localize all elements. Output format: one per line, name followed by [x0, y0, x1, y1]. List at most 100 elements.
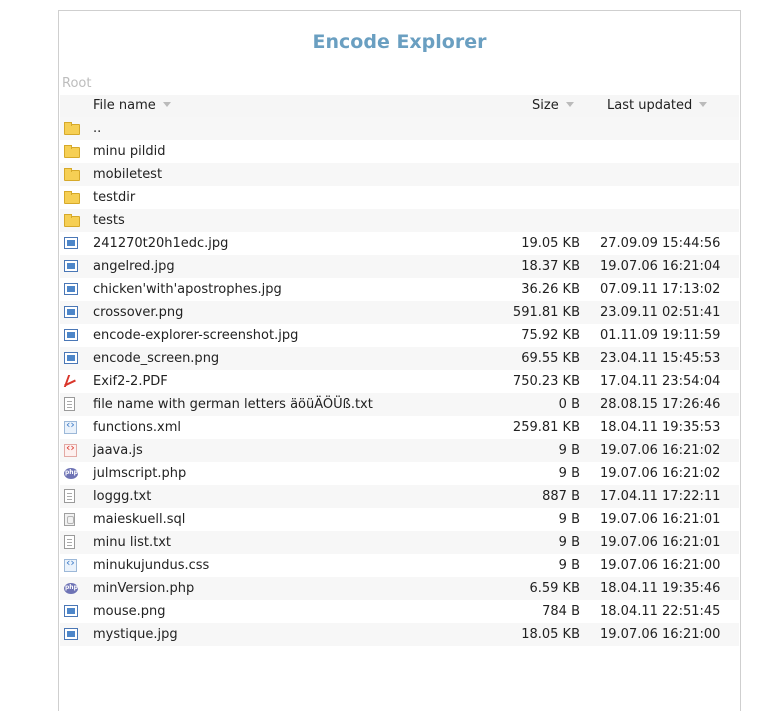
file-date: 18.04.11 19:35:53 [600, 420, 721, 435]
file-date: 19.07.06 16:21:00 [600, 627, 721, 642]
file-name-link[interactable]: file name with german letters äöüÄÖÜß.tx… [93, 397, 373, 412]
file-date: 01.11.09 19:11:59 [600, 328, 721, 343]
folder-row[interactable]: mobiletest [60, 163, 739, 186]
php-file-icon [64, 468, 78, 479]
page-title: Encode Explorer [312, 31, 487, 53]
file-row[interactable]: encode-explorer-screenshot.jpg 75.92 KB 01… [60, 324, 739, 347]
code-file-icon [64, 418, 77, 434]
php-file-icon [64, 583, 78, 594]
file-name-link[interactable]: maieskuell.sql [93, 512, 185, 527]
file-size: 18.05 KB [521, 627, 580, 642]
folder-row[interactable]: testdir [60, 186, 739, 209]
file-name-link[interactable]: Exif2-2.PDF [93, 374, 168, 389]
file-name-link[interactable]: minVersion.php [93, 581, 194, 596]
file-name-link[interactable]: .. [93, 121, 101, 136]
file-size: 0 B [558, 397, 580, 412]
file-row[interactable]: functions.xml 259.81 KB 18.04.11 19:35:53 [60, 416, 739, 439]
sort-by-name-header[interactable]: File name [93, 98, 171, 113]
file-size: 887 B [542, 489, 580, 504]
file-name-link[interactable]: jaava.js [93, 443, 143, 458]
folder-icon [64, 214, 80, 227]
sort-arrow-icon [162, 102, 171, 107]
file-name-link[interactable]: loggg.txt [93, 489, 151, 504]
file-name-link[interactable]: minukujundus.css [93, 558, 209, 573]
file-row[interactable]: mouse.png 784 B 18.04.11 22:51:45 [60, 600, 739, 623]
file-row[interactable]: file name with german letters äöüÄÖÜß.tx… [60, 393, 739, 416]
file-row[interactable]: minu list.txt 9 B 19.07.06 16:21:01 [60, 531, 739, 554]
file-size: 784 B [542, 604, 580, 619]
file-size: 9 B [558, 443, 580, 458]
image-file-icon [64, 237, 78, 249]
image-file-icon [64, 352, 78, 364]
file-name-link[interactable]: mouse.png [93, 604, 166, 619]
folder-row[interactable]: tests [60, 209, 739, 232]
breadcrumb-root[interactable]: Root [62, 76, 91, 91]
folder-icon [64, 145, 80, 158]
file-date: 19.07.06 16:21:04 [600, 259, 721, 274]
file-date: 17.04.11 23:54:04 [600, 374, 721, 389]
file-size: 9 B [558, 512, 580, 527]
file-size: 750.23 KB [512, 374, 580, 389]
image-file-icon [64, 628, 78, 640]
file-size: 591.81 KB [512, 305, 580, 320]
file-name-link[interactable]: testdir [93, 190, 135, 205]
file-name-link[interactable]: mobiletest [93, 167, 162, 182]
image-file-icon [64, 283, 78, 295]
text-file-icon [64, 489, 75, 503]
sort-by-size-header[interactable]: Size [532, 98, 574, 113]
file-date: 17.04.11 17:22:11 [600, 489, 721, 504]
file-name-link[interactable]: encode-explorer-screenshot.jpg [93, 328, 298, 343]
file-date: 23.09.11 02:51:41 [600, 305, 721, 320]
file-date: 19.07.06 16:21:01 [600, 535, 721, 550]
file-date: 19.07.06 16:21:01 [600, 512, 721, 527]
code-file-icon [64, 556, 77, 572]
file-row[interactable]: julmscript.php 9 B 19.07.06 16:21:02 [60, 462, 739, 485]
file-size: 18.37 KB [521, 259, 580, 274]
file-name-link[interactable]: crossover.png [93, 305, 183, 320]
file-row[interactable]: Exif2-2.PDF 750.23 KB 17.04.11 23:54:04 [60, 370, 739, 393]
file-size: 36.26 KB [521, 282, 580, 297]
file-size: 9 B [558, 558, 580, 573]
file-name-link[interactable]: chicken'with'apostrophes.jpg [93, 282, 282, 297]
text-file-icon [64, 397, 75, 411]
file-size: 9 B [558, 466, 580, 481]
file-name-link[interactable]: minu pildid [93, 144, 165, 159]
file-row[interactable]: mystique.jpg 18.05 KB 19.07.06 16:21:00 [60, 623, 739, 646]
file-size: 75.92 KB [521, 328, 580, 343]
file-row[interactable]: minVersion.php 6.59 KB 18.04.11 19:35:46 [60, 577, 739, 600]
file-table: File name Size Last updated .. minu pildi… [60, 95, 739, 646]
file-name-link[interactable]: minu list.txt [93, 535, 171, 550]
folder-row[interactable]: minu pildid [60, 140, 739, 163]
file-name-link[interactable]: 241270t20h1edc.jpg [93, 236, 228, 251]
sort-by-date-header[interactable]: Last updated [607, 98, 708, 113]
file-name-link[interactable]: julmscript.php [93, 466, 186, 481]
file-name-link[interactable]: angelred.jpg [93, 259, 175, 274]
sort-arrow-icon [699, 102, 708, 107]
file-row[interactable]: 241270t20h1edc.jpg 19.05 KB 27.09.09 15:44… [60, 232, 739, 255]
image-file-icon [64, 329, 78, 341]
file-date: 19.07.06 16:21:02 [600, 466, 721, 481]
file-name-link[interactable]: tests [93, 213, 125, 228]
file-row[interactable]: maieskuell.sql 9 B 19.07.06 16:21:01 [60, 508, 739, 531]
file-row[interactable]: encode_screen.png 69.55 KB 23.04.11 15:45:… [60, 347, 739, 370]
folder-row[interactable]: .. [60, 117, 739, 140]
file-row[interactable]: jaava.js 9 B 19.07.06 16:21:02 [60, 439, 739, 462]
file-name-link[interactable]: functions.xml [93, 420, 181, 435]
file-row[interactable]: loggg.txt 887 B 17.04.11 17:22:11 [60, 485, 739, 508]
image-file-icon [64, 605, 78, 617]
file-date: 19.07.06 16:21:02 [600, 443, 721, 458]
file-size: 9 B [558, 535, 580, 550]
file-row[interactable]: angelred.jpg 18.37 KB 19.07.06 16:21:04 [60, 255, 739, 278]
file-date: 07.09.11 17:13:02 [600, 282, 721, 297]
file-size: 19.05 KB [521, 236, 580, 251]
file-list: .. minu pildid mobiletest testdir tests 24127… [60, 117, 739, 646]
folder-icon [64, 122, 80, 135]
file-name-link[interactable]: mystique.jpg [93, 627, 178, 642]
table-header: File name Size Last updated [60, 95, 739, 117]
file-row[interactable]: chicken'with'apostrophes.jpg 36.26 KB 07.0… [60, 278, 739, 301]
explorer-panel: Encode Explorer Root File name Size Last… [58, 10, 741, 711]
file-row[interactable]: minukujundus.css 9 B 19.07.06 16:21:00 [60, 554, 739, 577]
folder-icon [64, 168, 80, 181]
file-name-link[interactable]: encode_screen.png [93, 351, 219, 366]
file-row[interactable]: crossover.png 591.81 KB 23.09.11 02:51:41 [60, 301, 739, 324]
